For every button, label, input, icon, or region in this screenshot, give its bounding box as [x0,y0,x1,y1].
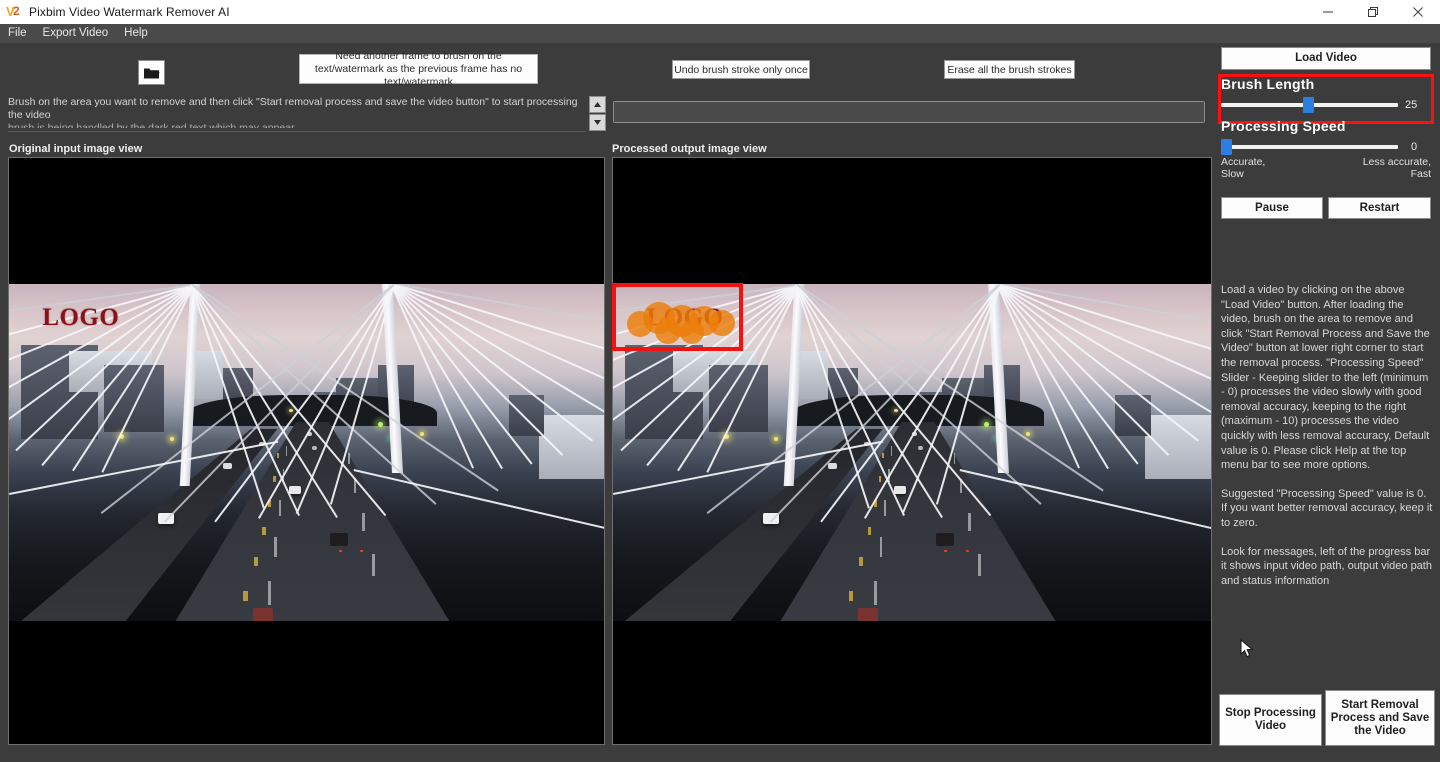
video-frame-processed: LOGO [613,284,1211,621]
processing-speed-slider-track [1221,145,1398,149]
help-paragraph-3: Look for messages, left of the progress … [1221,545,1432,587]
window-title: Pixbim Video Watermark Remover AI [29,5,230,19]
menu-item-help[interactable]: Help [116,24,156,43]
processed-output-view-label: Processed output image view [612,143,767,155]
stop-processing-video-button[interactable]: Stop Processing Video [1219,694,1322,746]
brush-length-slider-thumb[interactable] [1303,97,1314,113]
brush-length-slider[interactable] [1221,97,1398,113]
folder-open-icon [143,68,160,78]
restart-button[interactable]: Restart [1328,197,1431,219]
processed-output-image-view[interactable]: LOGO [612,157,1212,745]
open-folder-button[interactable] [138,60,165,85]
undo-brush-stroke-button[interactable]: Undo brush stroke only once [672,60,810,79]
need-another-frame-notice[interactable]: Need another frame to brush on the text/… [299,50,538,88]
status-message-box[interactable]: Brush on the area you want to remove and… [8,96,586,132]
spinner-up-arrow-icon[interactable] [589,96,606,113]
original-input-view-label: Original input image view [9,143,143,155]
status-line-3-clipped: brush is being handled by the dark red t… [8,122,295,128]
status-line-2: the video [8,109,51,121]
application-window: V2 Pixbim Video Watermark Remover AI Fil… [0,0,1440,762]
pixbim-v2-logo-icon: V2 [6,4,20,19]
video-frame-original: LOGO [9,284,604,621]
load-video-button[interactable]: Load Video [1221,47,1431,70]
erase-all-brush-strokes-button[interactable]: Erase all the brush strokes [944,60,1075,79]
brush-length-label: Brush Length [1221,76,1315,92]
minimize-icon[interactable] [1305,0,1350,24]
status-and-progress-row: Brush on the area you want to remove and… [0,96,1212,138]
processing-speed-label: Processing Speed [1221,118,1346,134]
spinner-down-arrow-icon[interactable] [589,114,606,131]
brush-length-value: 25 [1405,99,1418,111]
help-paragraph-1: Load a video by clicking on the above "L… [1221,284,1430,472]
progress-bar [613,101,1205,123]
processing-speed-hint-right: Less accurate, Fast [1362,156,1431,180]
brush-stroke-overlay [627,295,741,352]
close-icon[interactable] [1395,0,1440,24]
window-controls [1305,0,1440,24]
processing-speed-value: 0 [1411,141,1418,153]
menu-item-file[interactable]: File [0,24,35,43]
start-removal-process-button[interactable]: Start Removal Process and Save the Video [1325,690,1435,746]
pause-button[interactable]: Pause [1221,197,1323,219]
status-line-1: Brush on the area you want to remove and… [8,96,578,108]
processing-speed-hint-left: Accurate, Slow [1221,156,1266,180]
processing-speed-slider-thumb[interactable] [1221,139,1232,155]
help-paragraph-2: Suggested "Processing Speed" value is 0.… [1221,487,1433,529]
mouse-pointer-icon [1240,638,1254,659]
processing-speed-slider[interactable] [1221,139,1398,155]
menu-bar: File Export Video Help [0,24,1440,43]
title-bar: V2 Pixbim Video Watermark Remover AI [0,0,1440,24]
menu-item-export-video[interactable]: Export Video [35,24,117,43]
status-scroll-spinner [589,96,606,132]
original-input-image-view[interactable]: LOGO [8,157,605,745]
watermark-logo-text: LOGO [42,304,120,332]
restore-icon[interactable] [1350,0,1395,24]
